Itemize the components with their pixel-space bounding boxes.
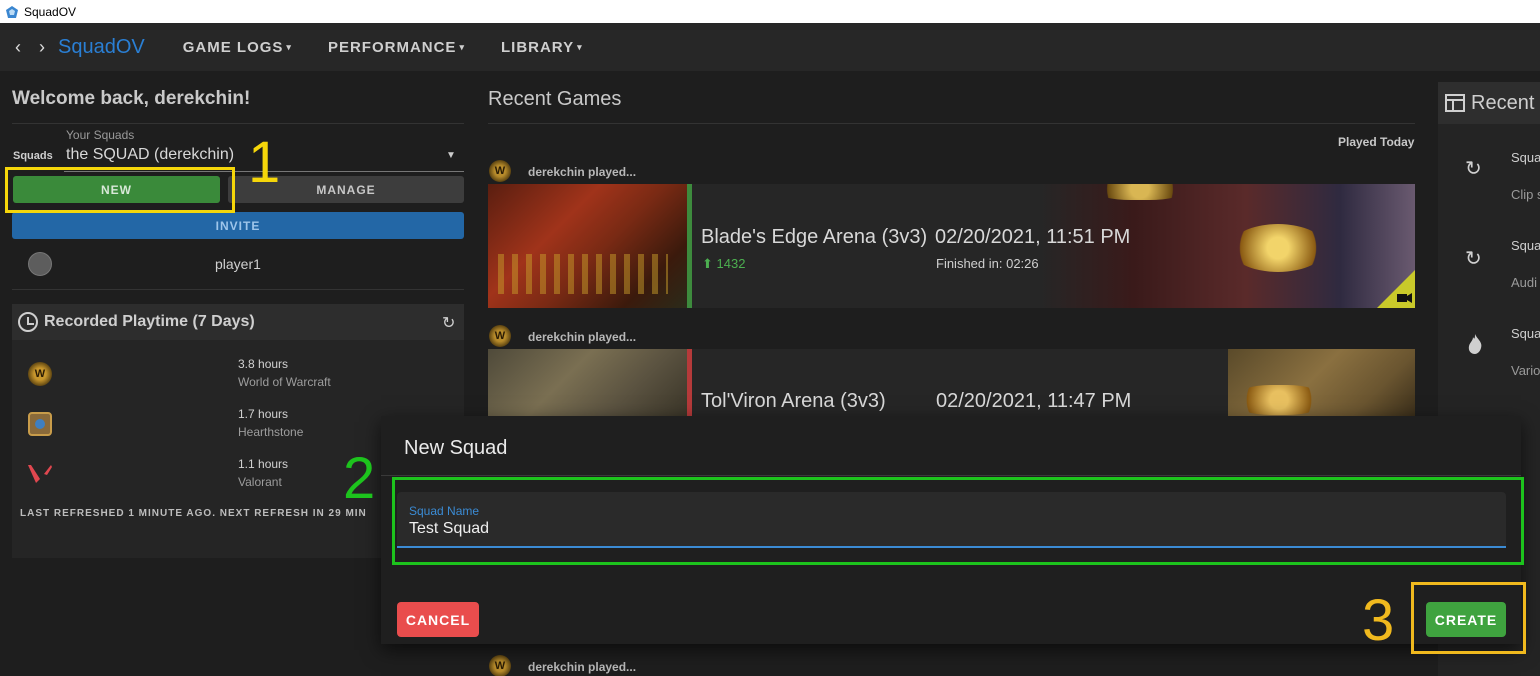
rating-change: ⬆ 1432 (702, 256, 745, 272)
recent-item-subtitle: Vario (1511, 363, 1540, 378)
played-by-text: derekchin played... (528, 330, 637, 344)
hearthstone-icon (28, 412, 52, 436)
cancel-button[interactable]: CANCEL (397, 602, 479, 637)
menu-game-logs[interactable]: GAME LOGS ▾ (183, 39, 292, 56)
arena-name: Tol'Viron Arena (3v3) (701, 390, 886, 412)
menu-label: LIBRARY (500, 38, 575, 56)
brand-logo[interactable]: SquadOV (58, 36, 145, 59)
menu-library[interactable]: LIBRARY ▾ (501, 39, 583, 56)
playtime-hours: 1.1 hours (238, 457, 289, 471)
dialog-title: New Squad (404, 437, 508, 459)
playtime-game: World of Warcraft (238, 375, 331, 389)
table-icon (1445, 94, 1465, 112)
valorant-icon (28, 465, 52, 483)
game-thumbnail (488, 349, 687, 416)
recent-item-title[interactable]: Squa (1511, 150, 1540, 165)
recent-item-title[interactable]: Squa (1511, 326, 1540, 341)
divider (12, 123, 464, 124)
menu-label: PERFORMANCE (327, 38, 457, 56)
annotation-box-step1 (5, 167, 235, 213)
playtime-card-header: Recorded Playtime (7 Days) (12, 304, 464, 340)
refresh-icon[interactable]: ↻ (442, 313, 455, 333)
menu-label: GAME LOGS (182, 38, 284, 56)
annotation-number-step3: 3 (1362, 588, 1395, 653)
welcome-heading: Welcome back, derekchin! (12, 88, 251, 109)
window-title: SquadOV (24, 4, 77, 19)
game-banner-art (1228, 349, 1415, 416)
playtime-hours: 1.7 hours (238, 407, 289, 421)
last-refreshed-text: LAST REFRESHED 1 MINUTE AGO. NEXT REFRES… (20, 508, 367, 519)
playtime-hours: 3.8 hours (238, 357, 289, 371)
annotation-number-step2: 2 (343, 446, 376, 511)
replay-icon: ↻ (1465, 158, 1482, 180)
wow-icon: W (489, 160, 511, 182)
arena-name: Blade's Edge Arena (3v3) (701, 226, 928, 248)
dropdown-arrow-icon[interactable]: ▼ (446, 150, 456, 161)
recent-clips-header: Recent (1438, 82, 1540, 124)
played-by-text: derekchin played... (528, 165, 637, 179)
squad-select-label: Your Squads (66, 128, 135, 142)
menu-performance[interactable]: PERFORMANCE ▾ (328, 39, 465, 56)
recent-item-subtitle: Audi (1511, 275, 1538, 290)
top-navbar: ‹ › SquadOV GAME LOGS ▾ PERFORMANCE ▾ LIBR… (0, 23, 1540, 71)
recent-games-title: Recent Games (488, 88, 622, 110)
replay-icon: ↻ (1465, 248, 1482, 270)
recent-item-title[interactable]: Squa (1511, 238, 1540, 253)
video-camera-icon (1377, 270, 1415, 308)
chevron-down-icon: ▾ (577, 41, 583, 52)
playtime-game: Hearthstone (238, 425, 304, 439)
dialog-divider (381, 475, 1521, 476)
rating-value: 1432 (716, 256, 746, 271)
annotation-number-step1: 1 (248, 130, 281, 195)
recent-item-subtitle: Clip s (1511, 187, 1540, 202)
playtime-title: Recorded Playtime (7 Days) (44, 313, 255, 330)
game-thumbnail (488, 184, 687, 308)
clock-icon (18, 312, 38, 332)
result-indicator (687, 349, 692, 416)
chevron-down-icon: ▾ (286, 41, 292, 52)
played-by-text: derekchin played... (528, 660, 637, 674)
game-duration: Finished in: 02:26 (936, 256, 1039, 271)
forward-arrow-icon[interactable]: › (30, 37, 54, 58)
game-date: 02/20/2021, 11:51 PM (935, 226, 1131, 248)
recent-clips-title: Recent (1471, 91, 1535, 114)
game-card[interactable]: Tol'Viron Arena (3v3) 02/20/2021, 11:47 … (488, 349, 1415, 416)
member-name: player1 (215, 256, 261, 272)
wow-icon: W (489, 655, 511, 676)
result-indicator (687, 184, 692, 308)
annotation-box-step2 (392, 477, 1524, 565)
squad-select[interactable]: the SQUAD (derekchin) (66, 146, 234, 164)
game-card[interactable]: Blade's Edge Arena (3v3) ⬆ 1432 02/20/20… (488, 184, 1415, 308)
member-status-indicator (28, 252, 52, 276)
divider (488, 123, 1415, 124)
played-today-label: Played Today (1338, 135, 1415, 149)
playtime-game: Valorant (238, 475, 282, 489)
fire-icon (1468, 334, 1482, 354)
window-titlebar: SquadOV (0, 0, 1540, 23)
app-logo-icon (6, 5, 18, 18)
arrow-up-icon: ⬆ (702, 256, 717, 271)
wow-icon: W (28, 362, 52, 386)
divider (12, 289, 464, 290)
back-arrow-icon[interactable]: ‹ (6, 37, 30, 58)
invite-button[interactable]: INVITE (12, 212, 464, 239)
squads-row-label: Squads (13, 150, 53, 162)
chevron-down-icon: ▾ (459, 41, 465, 52)
annotation-box-step3 (1411, 582, 1526, 654)
game-date: 02/20/2021, 11:47 PM (936, 390, 1132, 412)
wow-icon: W (489, 325, 511, 347)
